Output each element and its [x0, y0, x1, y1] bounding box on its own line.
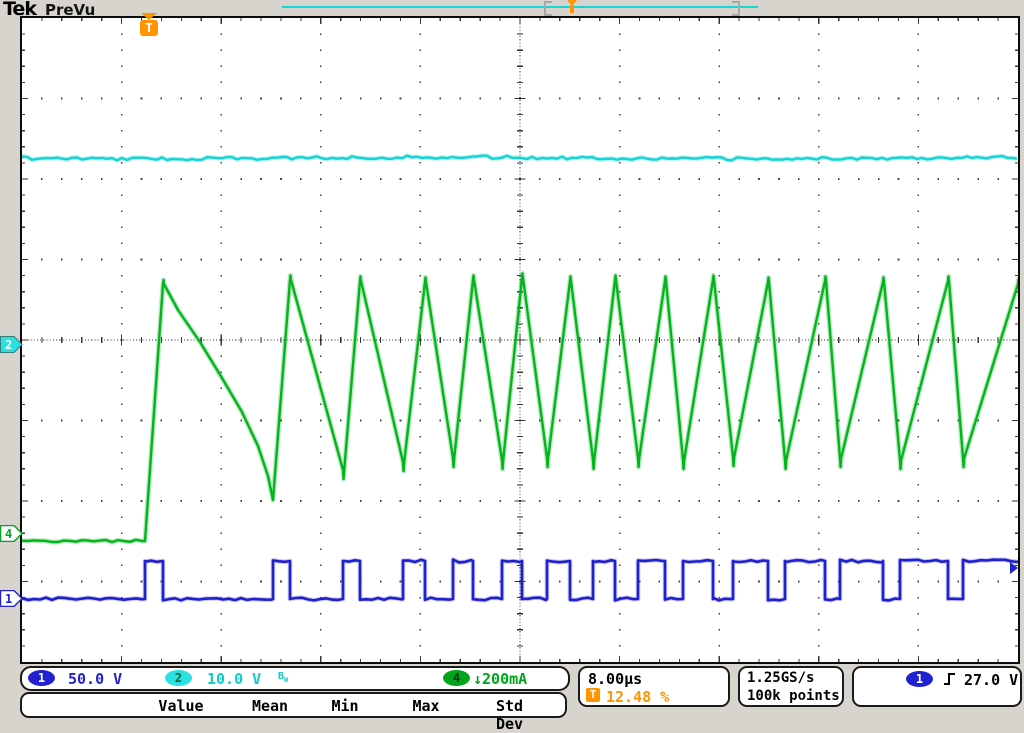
- column-header-mean: Mean: [252, 697, 288, 715]
- rising-edge-slope-icon: [942, 671, 957, 687]
- channel4-scale: ↓200mA: [473, 670, 527, 688]
- graticule-area: [20, 16, 1020, 664]
- svg-text:1: 1: [5, 592, 12, 606]
- channel2-scale: 10.0 V: [207, 670, 261, 688]
- channel1-badge: 1: [28, 670, 55, 686]
- channel2-ground-marker: 2: [0, 336, 23, 357]
- record-length-readout: 100k points: [747, 688, 840, 704]
- channel1-scale: 50.0 V: [68, 670, 122, 688]
- column-header-stddev: Std Dev: [496, 697, 542, 733]
- trigger-source-badge: 1: [906, 671, 933, 687]
- channel4-ground-marker: 4: [0, 525, 23, 546]
- channel1-ground-marker: 1: [0, 590, 23, 611]
- horizontal-readout-box: 8.00µs T 12.48 %: [578, 666, 730, 707]
- acquisition-readout-box: 1.25GS/s 100k points: [738, 666, 844, 707]
- channel-readout-bar: 1 50.0 V 2 10.0 V BW 4 ↓200mA: [20, 666, 570, 691]
- channel2-badge: 2: [165, 670, 192, 686]
- trigger-position-triangle-icon: [141, 13, 157, 20]
- record-view-bar: [282, 6, 758, 8]
- column-header-min: Min: [331, 697, 358, 715]
- column-header-value: Value: [158, 697, 203, 715]
- bandwidth-limit-icon: BW: [278, 671, 288, 684]
- timebase-readout: 8.00µs: [588, 670, 642, 688]
- measurement-table: Value Mean Min Max Std Dev: [20, 692, 567, 718]
- trigger-position-marker: T: [139, 13, 159, 38]
- window-bracket-left-icon: [544, 1, 552, 16]
- column-header-max: Max: [412, 697, 439, 715]
- trigger-level-readout: 27.0 V: [964, 671, 1018, 689]
- trigger-readout-box: 1 27.0 V: [852, 666, 1022, 707]
- trigger-t-badge: T: [140, 20, 158, 36]
- window-bracket-right-icon: [732, 1, 740, 16]
- trigger-icon: T: [586, 688, 600, 702]
- svg-text:2: 2: [5, 338, 12, 352]
- record-trigger-marker-icon: [566, 0, 578, 13]
- channel4-badge: 4: [443, 670, 470, 686]
- record-trigger-stem: [570, 5, 574, 13]
- oscilloscope-screen: { "header": { "logo": "Tek", "mode": "Pr…: [0, 0, 1024, 710]
- trigger-position-readout: 12.48 %: [606, 688, 669, 706]
- sample-rate-readout: 1.25GS/s: [747, 670, 814, 686]
- waveform-display: [22, 18, 1018, 662]
- svg-text:4: 4: [5, 527, 12, 541]
